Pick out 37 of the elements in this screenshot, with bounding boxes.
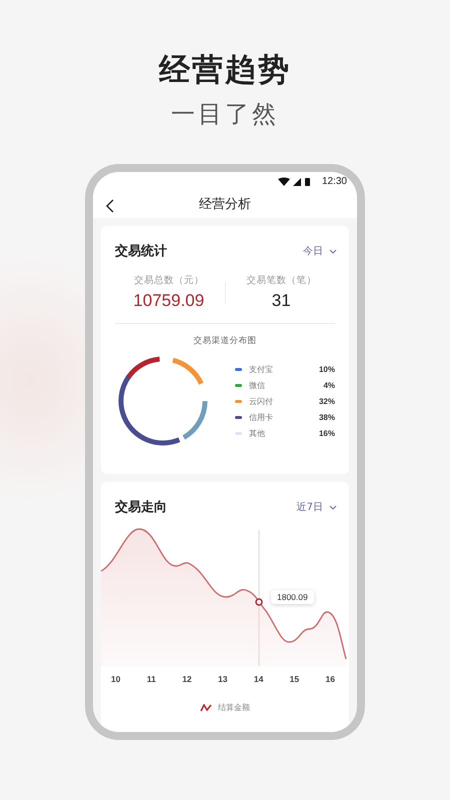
- metric-value: 10759.09: [133, 291, 204, 311]
- legend-label: 支付宝: [249, 364, 274, 374]
- legend-value: 10%: [318, 364, 335, 374]
- status-time: 12:30: [322, 176, 347, 188]
- back-icon[interactable]: [106, 198, 114, 213]
- metric-value: 31: [272, 291, 291, 311]
- legend-label: 结算金额: [218, 702, 250, 713]
- subheadline: 一目了然: [171, 99, 279, 130]
- axis-label: 12: [182, 674, 192, 684]
- axis-label: 11: [146, 674, 156, 684]
- axis-label: 16: [326, 674, 335, 684]
- axis-label: 15: [290, 674, 300, 684]
- card-title: 交易统计: [115, 242, 167, 260]
- axis-label: 14: [254, 674, 264, 684]
- period-dropdown[interactable]: 今日: [303, 244, 337, 258]
- value-tooltip: 1800.09: [271, 590, 314, 604]
- screen-title: 经营分析: [199, 196, 251, 213]
- legend-label: 其他: [249, 428, 266, 438]
- metric-label: 交易总数（元）: [134, 274, 204, 287]
- card-title: 交易走向: [115, 498, 167, 516]
- data-point-marker[interactable]: [255, 598, 263, 606]
- axis-label: 10: [111, 674, 120, 684]
- legend-label: 云闪付: [249, 396, 274, 406]
- legend-value: 38%: [318, 412, 335, 422]
- caret-icon: [329, 504, 337, 510]
- metric-label: 交易笔数（笔）: [246, 274, 316, 287]
- caret-icon: [329, 248, 337, 254]
- legend-value: 4%: [323, 380, 335, 390]
- legend-value: 32%: [318, 396, 335, 406]
- legend-label: 微信: [249, 380, 266, 390]
- period-dropdown[interactable]: 近7日: [296, 500, 337, 514]
- chart-title: 交易渠道分布图: [192, 335, 258, 347]
- legend-value: 16%: [318, 428, 335, 438]
- line-legend-icon: [200, 704, 212, 712]
- axis-label: 13: [218, 674, 228, 684]
- legend-label: 信用卡: [249, 412, 274, 422]
- headline: 经营趋势: [159, 51, 291, 90]
